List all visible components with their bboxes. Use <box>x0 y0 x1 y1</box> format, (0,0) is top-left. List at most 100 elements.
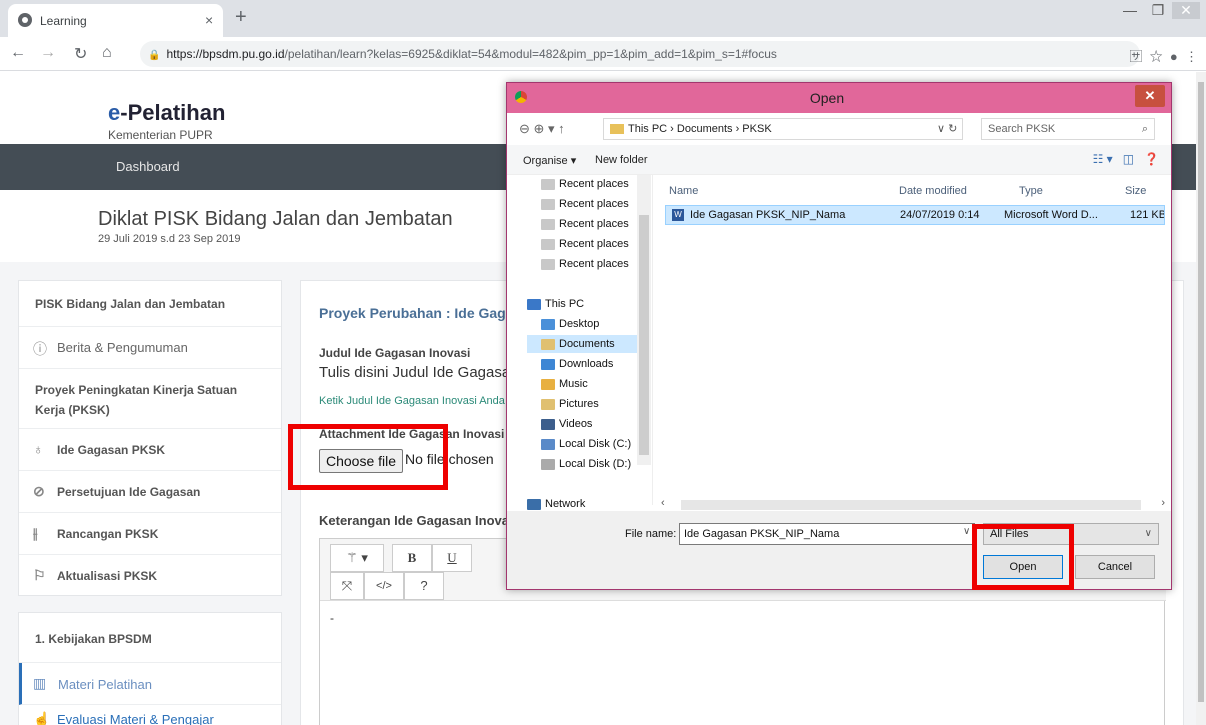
sidebar-menu: PISK Bidang Jalan dan Jembatan ⓘ Berita &… <box>18 280 282 596</box>
refresh-icon[interactable]: ∨ ↻ <box>937 122 957 135</box>
tree-item-disk-c[interactable]: Local Disk (C:) <box>541 435 631 453</box>
url-field[interactable]: 🔒 https://bpsdm.pu.go.id/pelatihan/learn?… <box>140 41 1140 67</box>
file-list-hscroll[interactable]: ‹ › <box>657 497 1171 511</box>
back-icon[interactable]: ← <box>10 44 26 62</box>
filename-input[interactable]: Ide Gagasan PKSK_NIP_Nama <box>679 523 975 545</box>
col-type[interactable]: Type <box>1019 185 1043 197</box>
dialog-close-button[interactable]: ✕ <box>1135 85 1165 107</box>
col-name[interactable]: Name <box>669 185 698 197</box>
window-controls: — ❐ ✕ <box>1116 2 1200 19</box>
folder-icon <box>610 124 624 135</box>
tree-item-documents[interactable]: Documents <box>527 335 647 353</box>
highlight-open-button <box>972 524 1074 590</box>
star-icon[interactable]: ☆ <box>1150 49 1163 64</box>
tree-scrollbar[interactable] <box>637 175 651 465</box>
sidebar-item-berita[interactable]: ⓘ Berita & Pengumuman <box>19 327 281 369</box>
site-logo[interactable]: e-Pelatihan Kementerian PUPR <box>108 100 225 142</box>
documents-folder-icon <box>541 338 555 350</box>
forward-icon[interactable]: → <box>40 44 56 62</box>
sidebar-item-evaluasi[interactable]: ☝ Evaluasi Materi & Pengajar <box>19 705 281 725</box>
dialog-breadcrumb[interactable]: This PC › Documents › PKSK <box>603 118 963 140</box>
reload-icon[interactable]: ↻ <box>74 44 87 64</box>
tree-item-recent[interactable]: Recent places <box>541 195 629 213</box>
page-scrollbar[interactable] <box>1196 72 1206 725</box>
highlight-choose-file <box>288 424 448 490</box>
book-icon: ▥ <box>33 675 47 691</box>
pictures-folder-icon <box>541 398 555 410</box>
underline-button[interactable]: U <box>432 544 472 572</box>
bold-button[interactable]: B <box>392 544 432 572</box>
disk-icon <box>541 438 555 450</box>
tree-scrollbar-thumb[interactable] <box>639 215 649 455</box>
disk-icon <box>541 458 555 470</box>
thumbs-up-icon: ☝ <box>33 711 51 725</box>
help-icon[interactable]: ? <box>404 572 444 600</box>
scroll-right-icon[interactable]: › <box>1161 497 1165 509</box>
keterangan-label: Keterangan Ide Gagasan Inovasi <box>319 513 515 528</box>
sidebar-item-pksk[interactable]: Proyek Peningkatan Kinerja Satuan Kerja (… <box>19 369 281 429</box>
tree-item-this-pc[interactable]: This PC <box>527 295 584 313</box>
dialog-nav: ⊖ ⊕ ▾ ↑ This PC › Documents › PKSK ∨ ↻ S… <box>507 113 1171 145</box>
sidebar-item-materi[interactable]: ▥ Materi Pelatihan <box>19 663 281 705</box>
sidebar-item-aktualisasi[interactable]: ⚐ Aktualisasi PKSK <box>19 555 281 595</box>
course-title: Diklat PISK Bidang Jalan dan Jembatan <box>98 208 453 230</box>
tree-item-pictures[interactable]: Pictures <box>541 395 599 413</box>
sidebar-item-ide-gagasan[interactable]: ♁ Ide Gagasan PKSK <box>19 429 281 471</box>
code-view-icon[interactable]: </> <box>364 572 404 600</box>
dialog-tree: Recent places Recent places Recent place… <box>507 175 653 510</box>
filename-label: File name: <box>625 528 677 540</box>
new-tab-button[interactable]: + <box>235 6 247 29</box>
nav-dashboard[interactable]: Dashboard <box>116 159 180 174</box>
dialog-nav-arrows[interactable]: ⊖ ⊕ ▾ ↑ <box>519 121 565 137</box>
new-folder-button[interactable]: New folder <box>595 154 648 166</box>
logo-e: e <box>108 100 121 125</box>
filename-dropdown-icon[interactable]: ∨ <box>963 526 970 537</box>
editor-content[interactable]: - <box>330 611 334 625</box>
home-icon[interactable]: ⌂ <box>102 44 112 62</box>
tree-item-downloads[interactable]: Downloads <box>541 355 613 373</box>
organise-button[interactable]: Organise ▾ <box>523 154 576 167</box>
open-file-dialog: Open ✕ ⊖ ⊕ ▾ ↑ This PC › Documents › PKS… <box>506 82 1172 590</box>
dialog-search-input[interactable]: Search PKSK ⌕ <box>981 118 1155 140</box>
check-circle-icon: ⊘ <box>33 483 45 499</box>
window-close-icon[interactable]: ✕ <box>1172 2 1200 19</box>
menu-icon[interactable]: ⋮ <box>1185 49 1198 64</box>
signpost-icon: ⚐ <box>33 567 46 583</box>
maximize-icon[interactable]: ❐ <box>1144 2 1172 19</box>
tree-item-desktop[interactable]: Desktop <box>541 315 599 333</box>
magic-wand-icon[interactable]: ⚚ ▾ <box>330 544 384 572</box>
tab-close-icon[interactable]: × <box>205 12 213 28</box>
scrollbar-thumb[interactable] <box>1198 82 1204 702</box>
judul-input[interactable]: Tulis disini Judul Ide Gagasan Inovasi <box>319 364 515 381</box>
address-bar-row: ← → ↻ ⌂ 🔒 https://bpsdm.pu.go.id/pelatiha… <box>0 37 1206 71</box>
tree-item-recent[interactable]: Recent places <box>541 235 629 253</box>
hscroll-thumb[interactable] <box>681 500 1141 510</box>
sidebar-item-pisk[interactable]: PISK Bidang Jalan dan Jembatan <box>19 281 281 327</box>
tree-item-disk-d[interactable]: Local Disk (D:) <box>541 455 631 473</box>
logo-subtitle: Kementerian PUPR <box>108 128 213 142</box>
tree-item-videos[interactable]: Videos <box>541 415 592 433</box>
minimize-icon[interactable]: — <box>1116 2 1144 18</box>
cancel-button[interactable]: Cancel <box>1075 555 1155 579</box>
module-title[interactable]: 1. Kebijakan BPSDM <box>19 613 281 663</box>
tree-item-recent[interactable]: Recent places <box>541 215 629 233</box>
tree-item-music[interactable]: Music <box>541 375 588 393</box>
tree-item-recent[interactable]: Recent places <box>541 255 629 273</box>
col-date[interactable]: Date modified <box>899 185 967 197</box>
tab-title: Learning <box>40 14 87 28</box>
translate-icon[interactable]: 🈂 <box>1129 49 1142 64</box>
fullscreen-icon[interactable]: ⤧ <box>330 572 364 600</box>
col-size[interactable]: Size <box>1125 185 1146 197</box>
sidebar-item-rancangan[interactable]: ⫲ Rancangan PKSK <box>19 513 281 555</box>
course-dates: 29 Juli 2019 s.d 23 Sep 2019 <box>98 233 241 245</box>
browser-tab[interactable]: Learning × <box>8 4 223 37</box>
file-row[interactable]: W Ide Gagasan PKSK_NIP_Nama 24/07/2019 0… <box>665 205 1165 225</box>
file-size: 121 KB <box>1130 209 1164 221</box>
scroll-left-icon[interactable]: ‹ <box>661 497 665 509</box>
lightbulb-icon: ♁ <box>33 441 44 457</box>
profile-icon[interactable]: ● <box>1170 49 1178 64</box>
desktop-folder-icon <box>541 318 555 330</box>
sidebar-item-persetujuan[interactable]: ⊘ Persetujuan Ide Gagasan <box>19 471 281 513</box>
tree-item-recent[interactable]: Recent places <box>541 175 629 193</box>
view-options-icon[interactable]: ☷ ▾ ◫ ❓ <box>1093 152 1159 166</box>
